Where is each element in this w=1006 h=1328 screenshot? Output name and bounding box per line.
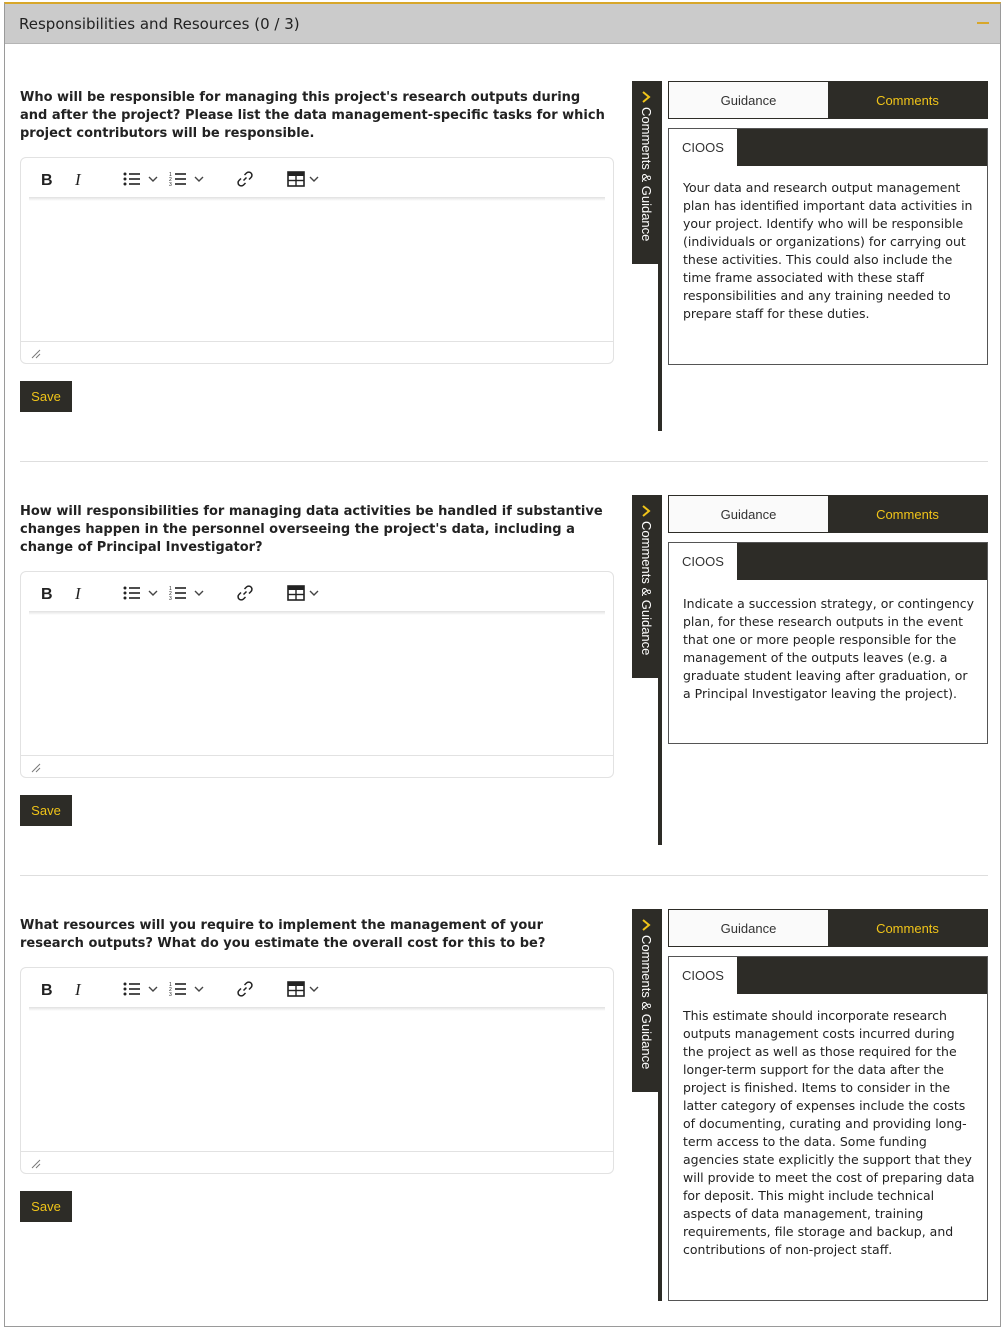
toolbar-shadow (29, 1007, 605, 1011)
editor-status-bar (21, 1151, 613, 1173)
link-icon[interactable] (233, 978, 257, 1000)
chevron-right-icon (642, 91, 651, 103)
org-tab-bar: CIOOS (669, 957, 987, 994)
side-panel-border (658, 81, 662, 431)
toolbar-shadow (29, 197, 605, 201)
table-icon[interactable] (287, 978, 323, 1000)
bullet-list-icon[interactable] (123, 168, 159, 190)
guidance-panel: CIOOS Your data and research output mana… (668, 128, 988, 365)
guidance-panel: CIOOS This estimate should incorporate r… (668, 956, 988, 1301)
side-tab-label: Comments & Guidance (639, 935, 654, 1070)
rich-text-editor[interactable]: B I 1 2 3 (20, 571, 614, 778)
guidance-text: Your data and research output management… (683, 180, 973, 321)
org-tab-cioos[interactable]: CIOOS (669, 957, 737, 994)
bold-icon[interactable]: B (37, 168, 57, 190)
guidance-text: This estimate should incorporate researc… (683, 1008, 975, 1257)
guidance-tabs: Guidance Comments (668, 81, 988, 119)
numbered-list-icon[interactable]: 1 2 3 (169, 168, 205, 190)
guidance-tabs: Guidance Comments (668, 909, 988, 947)
svg-text:I: I (74, 171, 82, 187)
numbered-list-icon[interactable]: 1 2 3 (169, 582, 205, 604)
editor-status-bar (21, 755, 613, 777)
tab-comments[interactable]: Comments (828, 496, 987, 532)
chevron-right-icon (642, 505, 651, 517)
editor-toolbar: B I 1 2 3 (21, 968, 613, 1008)
resize-handle-icon[interactable] (31, 1159, 41, 1169)
toolbar-shadow (29, 611, 605, 615)
question-text: How will responsibilities for managing d… (20, 504, 603, 555)
resize-handle-icon[interactable] (31, 349, 41, 359)
question-text: Who will be responsible for managing thi… (20, 90, 605, 141)
svg-text:3: 3 (169, 596, 172, 601)
tab-comments[interactable]: Comments (828, 910, 987, 946)
svg-text:I: I (74, 585, 82, 601)
bold-icon[interactable]: B (37, 582, 57, 604)
svg-text:B: B (41, 172, 53, 187)
svg-text:B: B (41, 982, 53, 997)
side-tab-label: Comments & Guidance (639, 521, 654, 656)
editor-toolbar: B I 1 2 3 (21, 572, 613, 612)
bullet-list-icon[interactable] (123, 582, 159, 604)
org-tab-bar: CIOOS (669, 129, 987, 166)
numbered-list-icon[interactable]: 1 2 3 (169, 978, 205, 1000)
org-tab-cioos[interactable]: CIOOS (669, 543, 737, 580)
comments-guidance-toggle[interactable]: Comments & Guidance (632, 909, 660, 1092)
question-text: What resources will you require to imple… (20, 918, 546, 951)
editor-toolbar: B I 1 2 3 (21, 158, 613, 198)
section-title: Responsibilities and Resources (0 / 3) (19, 15, 300, 33)
bold-icon[interactable]: B (37, 978, 57, 1000)
save-button[interactable]: Save (20, 795, 72, 826)
org-tab-cioos[interactable]: CIOOS (669, 129, 737, 166)
link-icon[interactable] (233, 168, 257, 190)
svg-text:3: 3 (169, 182, 172, 187)
svg-text:B: B (41, 586, 53, 601)
guidance-text: Indicate a succession strategy, or conti… (683, 596, 975, 701)
italic-icon[interactable]: I (69, 978, 89, 1000)
side-tab-label: Comments & Guidance (639, 107, 654, 242)
guidance-panel: CIOOS Indicate a succession strategy, or… (668, 542, 988, 744)
resize-handle-icon[interactable] (31, 763, 41, 773)
comments-guidance-toggle[interactable]: Comments & Guidance (632, 81, 660, 264)
italic-icon[interactable]: I (69, 582, 89, 604)
rich-text-editor[interactable]: B I 1 2 3 (20, 157, 614, 364)
section-panel: Responsibilities and Resources (0 / 3) W… (4, 2, 1001, 1327)
italic-icon[interactable]: I (69, 168, 89, 190)
tab-comments[interactable]: Comments (828, 82, 987, 118)
section-header[interactable]: Responsibilities and Resources (0 / 3) (5, 4, 1000, 44)
divider (20, 875, 988, 876)
side-panel-border (658, 909, 662, 1301)
tab-guidance[interactable]: Guidance (669, 82, 828, 118)
bullet-list-icon[interactable] (123, 978, 159, 1000)
org-tab-bar: CIOOS (669, 543, 987, 580)
minus-icon[interactable] (976, 16, 990, 30)
save-button[interactable]: Save (20, 381, 72, 412)
editor-status-bar (21, 341, 613, 363)
comments-guidance-toggle[interactable]: Comments & Guidance (632, 495, 660, 678)
chevron-right-icon (642, 919, 651, 931)
table-icon[interactable] (287, 168, 323, 190)
tab-guidance[interactable]: Guidance (669, 496, 828, 532)
tab-guidance[interactable]: Guidance (669, 910, 828, 946)
svg-text:3: 3 (169, 992, 172, 997)
svg-text:I: I (74, 981, 82, 997)
save-button[interactable]: Save (20, 1191, 72, 1222)
link-icon[interactable] (233, 582, 257, 604)
guidance-tabs: Guidance Comments (668, 495, 988, 533)
divider (20, 461, 988, 462)
rich-text-editor[interactable]: B I 1 2 3 (20, 967, 614, 1174)
table-icon[interactable] (287, 582, 323, 604)
side-panel-border (658, 495, 662, 845)
